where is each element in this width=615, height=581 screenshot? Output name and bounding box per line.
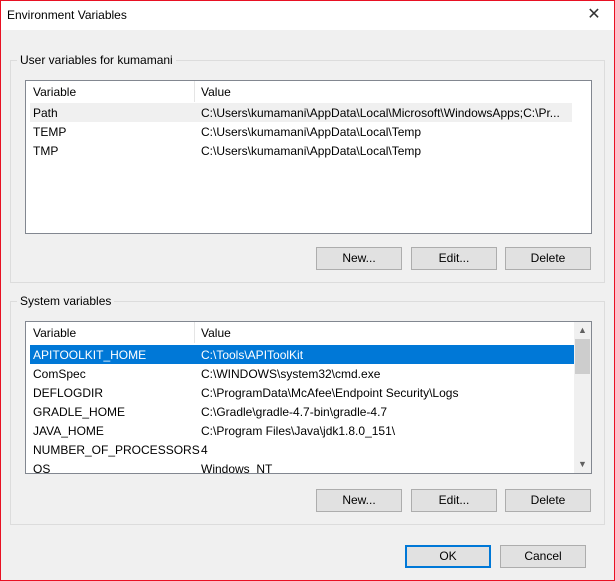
table-row[interactable]: GRADLE_HOME C:\Gradle\gradle-4.7-bin\grad… [30, 402, 572, 421]
column-header-value[interactable]: Value [201, 326, 231, 340]
table-row[interactable]: NUMBER_OF_PROCESSORS 4 [30, 440, 572, 459]
scroll-up-icon[interactable]: ▲ [574, 322, 591, 339]
table-row[interactable]: JAVA_HOME C:\Program Files\Java\jdk1.8.0_… [30, 421, 572, 440]
system-variables-list[interactable]: Variable Value APITOOLKIT_HOME C:\Tools\A… [25, 321, 592, 474]
variable-name: TEMP [33, 125, 67, 139]
list-header: Variable Value [26, 81, 591, 102]
variable-value: Windows_NT [201, 462, 273, 474]
user-delete-button[interactable]: Delete [505, 247, 591, 270]
variable-name: GRADLE_HOME [33, 405, 126, 419]
user-edit-button[interactable]: Edit... [411, 247, 497, 270]
variable-value: C:\Tools\APIToolKit [201, 348, 304, 362]
variable-name: NUMBER_OF_PROCESSORS [33, 443, 200, 457]
title-bar: Environment Variables ✕ [1, 1, 614, 30]
cancel-button[interactable]: Cancel [500, 545, 586, 568]
column-header-value[interactable]: Value [201, 85, 231, 99]
environment-variables-dialog: Environment Variables ✕ User variables f… [0, 0, 615, 581]
user-new-button[interactable]: New... [316, 247, 402, 270]
variable-value: C:\Gradle\gradle-4.7-bin\gradle-4.7 [201, 405, 388, 419]
variable-name: DEFLOGDIR [33, 386, 104, 400]
variable-value: C:\WINDOWS\system32\cmd.exe [201, 367, 381, 381]
system-new-button[interactable]: New... [316, 489, 402, 512]
scroll-down-icon[interactable]: ▼ [574, 456, 591, 473]
column-header-variable[interactable]: Variable [33, 85, 76, 99]
system-delete-button[interactable]: Delete [505, 489, 591, 512]
variable-value: C:\Users\kumamani\AppData\Local\Temp [201, 144, 422, 158]
user-variables-label: User variables for kumamani [17, 53, 176, 67]
variable-value: C:\Users\kumamani\AppData\Local\Microsof… [201, 106, 560, 120]
scrollbar-thumb[interactable] [575, 339, 590, 374]
list-header: Variable Value [26, 322, 591, 343]
variable-name: APITOOLKIT_HOME [33, 348, 147, 362]
variable-name: TMP [33, 144, 59, 158]
table-row[interactable]: OS Windows_NT [30, 459, 572, 474]
table-row[interactable]: TMP C:\Users\kumamani\AppData\Local\Temp [30, 141, 572, 160]
variable-name: Path [33, 106, 58, 120]
variable-name: ComSpec [33, 367, 86, 381]
system-variables-label: System variables [17, 294, 115, 308]
table-row[interactable]: DEFLOGDIR C:\ProgramData\McAfee\Endpoint … [30, 383, 572, 402]
column-header-variable[interactable]: Variable [33, 326, 76, 340]
column-divider[interactable] [194, 322, 195, 343]
user-variables-list[interactable]: Variable Value Path C:\Users\kumamani\App… [25, 80, 592, 234]
variable-name: OS [33, 462, 51, 474]
window-title: Environment Variables [7, 8, 127, 22]
table-row-selected[interactable]: APITOOLKIT_HOME C:\Tools\APIToolKit [30, 345, 574, 364]
vertical-scrollbar[interactable]: ▲ ▼ [574, 322, 591, 473]
variable-value: C:\Program Files\Java\jdk1.8.0_151\ [201, 424, 396, 438]
ok-button[interactable]: OK [405, 545, 491, 568]
table-row[interactable]: TEMP C:\Users\kumamani\AppData\Local\Temp [30, 122, 572, 141]
variable-name: JAVA_HOME [33, 424, 104, 438]
system-edit-button[interactable]: Edit... [411, 489, 497, 512]
column-divider[interactable] [194, 81, 195, 102]
table-row[interactable]: Path C:\Users\kumamani\AppData\Local\Micr… [30, 103, 572, 122]
variable-value: C:\ProgramData\McAfee\Endpoint Security\… [201, 386, 459, 400]
table-row[interactable]: ComSpec C:\WINDOWS\system32\cmd.exe [30, 364, 572, 383]
variable-value: 4 [201, 443, 208, 457]
variable-value: C:\Users\kumamani\AppData\Local\Temp [201, 125, 422, 139]
close-icon[interactable]: ✕ [574, 1, 614, 30]
